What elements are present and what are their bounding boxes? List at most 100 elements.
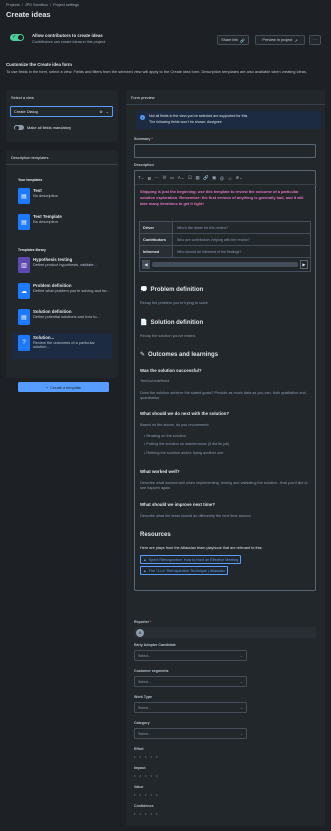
problem-text: Recap the problem you're trying to solve <box>140 301 208 305</box>
solution-text: Recap the solution you've tested. <box>140 334 196 338</box>
template-item[interactable]: ▤ Solution definition Define potential so… <box>18 307 112 333</box>
table-icon[interactable]: ▦ <box>195 175 199 181</box>
chevron-down-icon: ⌄ <box>239 679 243 684</box>
link-icon[interactable]: 🔗 <box>203 175 208 181</box>
breadcrumb-project[interactable]: JPD Sandbox <box>25 3 48 7</box>
q2-list: • Iterating on the solution • Putting th… <box>144 434 229 456</box>
image-icon[interactable]: ▣ <box>212 175 216 181</box>
allow-contributors-toggle[interactable]: ✓ <box>10 34 24 41</box>
work-type-select[interactable]: Select... ⌄ <box>134 702 247 713</box>
speech-bubble-icon: 💭 <box>140 287 148 293</box>
info-banner: i Not all fields in the view you've sele… <box>136 111 321 129</box>
scroll-right-icon[interactable]: ▶ <box>300 260 308 269</box>
text-style-icon[interactable]: T⌄ <box>138 175 144 181</box>
resources-heading: Resources <box>140 532 171 538</box>
customize-title: Customize the Create idea form <box>6 62 72 67</box>
atlassian-icon: ▲ <box>143 557 147 562</box>
summary-label: Summary * <box>134 137 153 141</box>
select-view-panel: Select a view Create Dialog ⊗ ⌄ Make all… <box>6 90 118 142</box>
value-label: Value <box>134 785 144 789</box>
breadcrumb: Projects / JPD Sandbox / Project settings <box>6 3 80 7</box>
mention-icon[interactable]: @ <box>220 176 224 181</box>
emoji-icon[interactable]: ☺ <box>228 176 232 181</box>
template-item[interactable]: ▥ Hypothesis testing Define product hypot… <box>18 255 112 281</box>
plus-icon: + <box>45 384 49 390</box>
description-label: Description <box>134 163 154 167</box>
checkbox-icon[interactable]: ☑ <box>188 175 192 181</box>
insert-more-icon[interactable]: ⊕⌄ <box>236 175 243 181</box>
impact-label: Impact <box>134 766 146 770</box>
view-select[interactable]: Create Dialog ⊗ ⌄ <box>10 106 113 117</box>
breadcrumb-settings[interactable]: Project settings <box>53 3 79 7</box>
reporter-field[interactable]: A <box>134 627 316 638</box>
early-adopter-select[interactable]: Select... ⌄ <box>134 650 247 661</box>
info-line-2: The following fields won't be shown: Ass… <box>149 120 222 124</box>
scroll-left-icon[interactable]: ◀ <box>142 260 150 269</box>
effort-label: Effort <box>134 747 144 751</box>
templates-library-label: Templates library <box>18 248 46 252</box>
solution-heading: 📄 Solution definition <box>140 319 204 327</box>
category-select[interactable]: Select... ⌄ <box>134 728 247 739</box>
bullet-list-icon[interactable]: ☰ <box>162 175 166 181</box>
document-icon: ▤ <box>18 309 30 325</box>
template-item[interactable]: ▤ Test No description <box>18 186 112 212</box>
preview-in-project-button[interactable]: Preview in project ↗ <box>255 35 305 45</box>
more-formatting-icon[interactable]: ⋯ <box>155 175 159 181</box>
resource-link-1[interactable]: ▲ Sprint Retrospective: How to Hold an Ef… <box>140 555 242 564</box>
info-icon: i <box>140 115 145 120</box>
cloud-icon: ☁ <box>18 283 30 299</box>
chevron-down-icon: ⌄ <box>239 731 243 736</box>
q2-answer: Based on the above, do you recommend: <box>140 423 210 427</box>
allow-title: Allow contributors to create ideas <box>32 33 103 38</box>
chevron-down-icon[interactable]: ⌄ <box>106 109 109 114</box>
templates-panel: Description templates Your templates ▤ T… <box>6 150 118 392</box>
mandatory-label: Make all fields mandatory <box>27 125 72 130</box>
roles-table: Driver Who's the driver for this review? … <box>139 221 311 272</box>
resources-text: Here are plays from the Atlassian team p… <box>140 546 263 550</box>
customer-segments-select[interactable]: Select... ⌄ <box>134 676 247 687</box>
early-adopter-label: Early Adopter Candidate <box>134 643 176 647</box>
q4-answer: Describe what the team should do differe… <box>140 514 252 518</box>
template-item-selected[interactable]: ? Solution... Review the outcomes of a pa… <box>12 333 112 359</box>
customize-description: To use fields in the form, select a view… <box>6 69 308 74</box>
template-item[interactable]: ▤ Test Template No description <box>18 212 112 238</box>
chevron-down-icon: ⌄ <box>239 705 243 710</box>
summary-input[interactable] <box>134 144 316 158</box>
impact-rating[interactable]: • • • • • <box>134 773 159 778</box>
reporter-label: Reporter * <box>134 620 152 624</box>
resource-link-2[interactable]: ▲ The "4 Ls" Retrospective Technique | At… <box>140 566 228 575</box>
template-item[interactable]: ☁ Problem definition Define what problem … <box>18 281 112 307</box>
create-template-button[interactable]: + Create a template <box>18 382 109 392</box>
templates-title: Description templates <box>11 155 49 160</box>
your-templates-label: Your templates <box>18 178 43 182</box>
description-editor[interactable]: T⌄ B ⋯ ☰ ≔ A⌄ ☑ ▦ 🔗 ▣ @ ☺ ⊕⌄ Shipping is… <box>134 170 317 591</box>
clear-icon[interactable]: ⊗ <box>99 109 102 114</box>
q1-heading: Was the solution successful? <box>140 368 202 373</box>
q1-answer: Yes/no/undefined <box>140 379 170 383</box>
allow-subtitle: Contributors can create ideas in this pr… <box>32 40 107 44</box>
list-item: • Retiring the solution and/or trying an… <box>144 450 224 455</box>
atlassian-icon: ▲ <box>143 568 147 573</box>
problem-heading: 💭 Problem definition <box>140 286 204 294</box>
document-icon: ▤ <box>18 214 30 230</box>
mandatory-toggle[interactable] <box>14 125 24 130</box>
category-label: Category <box>134 721 150 725</box>
info-line-1: Not all fields in the view you've select… <box>149 114 249 118</box>
table-scrollbar[interactable]: ◀ ▶ <box>140 258 310 271</box>
q3-answer: Describe what worked well when implement… <box>140 481 308 491</box>
customer-segments-label: Customer segments <box>134 669 169 673</box>
text-color-icon[interactable]: A⌄ <box>178 175 185 181</box>
more-actions-button[interactable]: ··· <box>309 35 321 45</box>
toggle-check-icon: ✓ <box>12 34 17 40</box>
bold-icon[interactable]: B <box>148 176 151 181</box>
form-preview-title: Form preview <box>131 95 155 100</box>
share-link-button[interactable]: Share link 🔗 <box>217 35 249 45</box>
confidence-rating[interactable]: • • • • • <box>134 811 159 816</box>
breadcrumb-projects[interactable]: Projects <box>6 3 20 7</box>
numbered-list-icon[interactable]: ≔ <box>170 175 174 181</box>
effort-rating[interactable]: • • • • • <box>134 754 159 759</box>
view-select-value: Create Dialog <box>14 109 38 114</box>
value-rating[interactable]: • • • • • <box>134 792 159 797</box>
page-title: Create ideas <box>6 10 51 19</box>
select-view-title: Select a view <box>11 95 34 100</box>
